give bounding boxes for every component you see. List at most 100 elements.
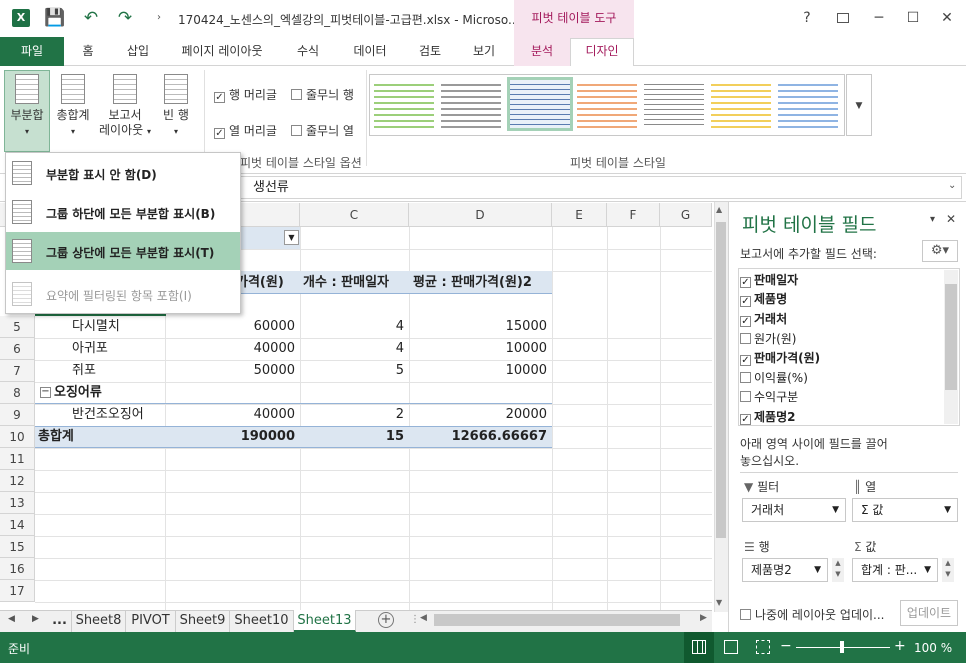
scroll-sheets-right-icon[interactable]: ▶ (32, 614, 39, 624)
row-header[interactable]: 12 (0, 470, 35, 492)
pane-close-icon[interactable]: ✕ (946, 212, 956, 226)
redo-icon[interactable]: ↷ (114, 7, 136, 29)
restore-icon[interactable] (828, 6, 858, 30)
add-sheet-icon[interactable]: + (378, 612, 394, 628)
tab-formulas[interactable]: 수식 (288, 37, 328, 66)
save-icon[interactable]: 💾 (44, 7, 66, 29)
maximize-button[interactable]: ☐ (898, 6, 928, 30)
table-row-item[interactable]: 아귀포 (72, 338, 108, 360)
row-header[interactable]: 16 (0, 558, 35, 580)
hscroll-left-icon[interactable]: ◀ (420, 613, 427, 623)
grand-total-price[interactable]: 190000 (165, 426, 300, 448)
column-header-c[interactable]: C (300, 203, 409, 227)
scroll-thumb[interactable] (716, 222, 726, 538)
row-header[interactable]: 17 (0, 580, 35, 602)
field-item[interactable]: ✓ 판매일자 (740, 271, 798, 288)
table-row-item[interactable]: 다시멸치 (72, 316, 120, 338)
table-cell-price[interactable]: 40000 (165, 404, 300, 426)
table-cell-count[interactable]: 4 (300, 316, 409, 338)
grand-total-button[interactable]: 총합계 ▾ (51, 70, 95, 154)
row-header[interactable]: 7 (0, 360, 35, 382)
style-swatch-yellow[interactable] (711, 80, 771, 128)
excel-app-icon[interactable]: X (12, 9, 30, 27)
pane-options-icon[interactable]: ▾ (930, 214, 935, 225)
field-item[interactable]: 수익구분 (740, 388, 798, 405)
gallery-more-icon[interactable]: ▼ (846, 74, 872, 136)
page-break-view-icon[interactable] (756, 640, 770, 654)
expand-formula-icon[interactable]: ⌄ (948, 180, 956, 191)
sheet-overflow[interactable]: ... (48, 610, 72, 632)
filter-dropdown-icon[interactable]: ▼ (284, 230, 299, 245)
page-layout-view-icon[interactable] (724, 640, 738, 654)
table-cell-average[interactable]: 15000 (409, 316, 552, 338)
tab-view[interactable]: 보기 (464, 37, 504, 66)
report-layout-button[interactable]: 보고서 레이아웃 ▾ (97, 70, 153, 154)
row-header[interactable]: 15 (0, 536, 35, 558)
row-header[interactable]: 5 (0, 316, 35, 338)
sheet-tab[interactable]: Sheet9 (176, 610, 230, 632)
style-swatch-green[interactable] (374, 80, 434, 128)
scroll-sheets-left-icon[interactable]: ◀ (8, 614, 15, 624)
table-cell-average[interactable]: 10000 (409, 338, 552, 360)
menu-item-include-filtered[interactable]: 요약에 필터링된 항목 포함(I) (6, 275, 240, 313)
grand-total-count[interactable]: 15 (300, 426, 409, 448)
table-cell-price[interactable]: 50000 (165, 360, 300, 382)
grand-total-average[interactable]: 12666.66667 (409, 426, 552, 448)
field-list-scroll-thumb[interactable] (945, 284, 957, 390)
grand-total-label[interactable]: 총합계 (38, 426, 74, 448)
column-header-g[interactable]: G (660, 203, 712, 227)
values-area-scroll[interactable]: ▲ ▼ (942, 558, 954, 582)
row-header[interactable]: 13 (0, 492, 35, 514)
table-cell-average[interactable]: 10000 (409, 360, 552, 382)
table-row-item[interactable]: 쥐포 (72, 360, 96, 382)
style-swatch-blue[interactable] (778, 80, 838, 128)
style-swatch-orange[interactable] (577, 80, 637, 128)
header-price[interactable]: 가격(원) (236, 272, 284, 294)
column-headers-checkbox[interactable]: ✓ 열 머리글 (214, 122, 277, 139)
filter-area-dropdown[interactable]: 거래처 ▼ (742, 498, 846, 522)
field-item[interactable]: ✓ 거래처 (740, 310, 787, 327)
style-swatch-selected[interactable] (507, 77, 573, 131)
minimize-button[interactable]: ─ (864, 6, 894, 30)
sheet-scroll-split-icon[interactable]: ⋮ (410, 614, 420, 625)
scroll-up-icon[interactable]: ▲ (716, 205, 722, 214)
sheet-tab-active[interactable]: Sheet13 (294, 610, 356, 632)
field-item[interactable]: ✓ 제품명 (740, 290, 787, 307)
zoom-slider-thumb[interactable] (840, 641, 844, 653)
field-item[interactable]: ✓ 판매가격(원) (740, 349, 820, 366)
tab-insert[interactable]: 삽입 (118, 37, 158, 66)
undo-icon[interactable]: ↶ (80, 7, 102, 29)
subtotal-button[interactable]: 부분합 ▾ (5, 70, 49, 154)
tab-data[interactable]: 데이터 (346, 37, 394, 66)
table-cell-count[interactable]: 5 (300, 360, 409, 382)
field-item[interactable]: ✓ 제품명2 (740, 408, 795, 425)
field-item[interactable]: 이익률(%) (740, 369, 808, 386)
table-row-item[interactable]: 반건조오징어 (72, 404, 144, 426)
header-average[interactable]: 평균 : 판매가격(원)2 (413, 272, 532, 294)
tab-analyze[interactable]: 분석 (522, 37, 562, 66)
sheet-tab[interactable]: Sheet10 (230, 610, 294, 632)
field-item[interactable]: 원가(원) (740, 330, 796, 347)
table-cell-count[interactable]: 2 (300, 404, 409, 426)
zoom-in-button[interactable]: + (894, 638, 906, 654)
menu-item-no-subtotals[interactable]: 부분합 표시 안 함(D) (6, 154, 240, 192)
help-button[interactable]: ? (792, 6, 822, 30)
style-swatch-gray[interactable] (441, 80, 501, 128)
zoom-level[interactable]: 100 % (914, 641, 952, 655)
tab-design[interactable]: 디자인 (572, 37, 632, 66)
row-headers-checkbox[interactable]: ✓ 행 머리글 (214, 86, 277, 103)
rows-area-scroll[interactable]: ▲ ▼ (832, 558, 844, 582)
update-button[interactable]: 업데이트 (900, 600, 958, 626)
header-count[interactable]: 개수 : 판매일자 (303, 272, 389, 294)
values-area-dropdown[interactable]: 합계 : 판... ▼ (852, 558, 938, 582)
formula-input[interactable]: 생선류 (240, 176, 962, 199)
hscroll-thumb[interactable] (434, 614, 680, 626)
scroll-down-icon[interactable]: ▼ (716, 598, 722, 607)
sheet-tab[interactable]: PIVOT (126, 610, 176, 632)
close-button[interactable]: ✕ (932, 6, 962, 30)
collapse-icon[interactable]: − (40, 387, 51, 398)
style-swatch-dark[interactable] (644, 80, 704, 128)
tab-review[interactable]: 검토 (410, 37, 450, 66)
group-row-label[interactable]: 오징어류 (54, 382, 102, 404)
column-header-e[interactable]: E (552, 203, 607, 227)
